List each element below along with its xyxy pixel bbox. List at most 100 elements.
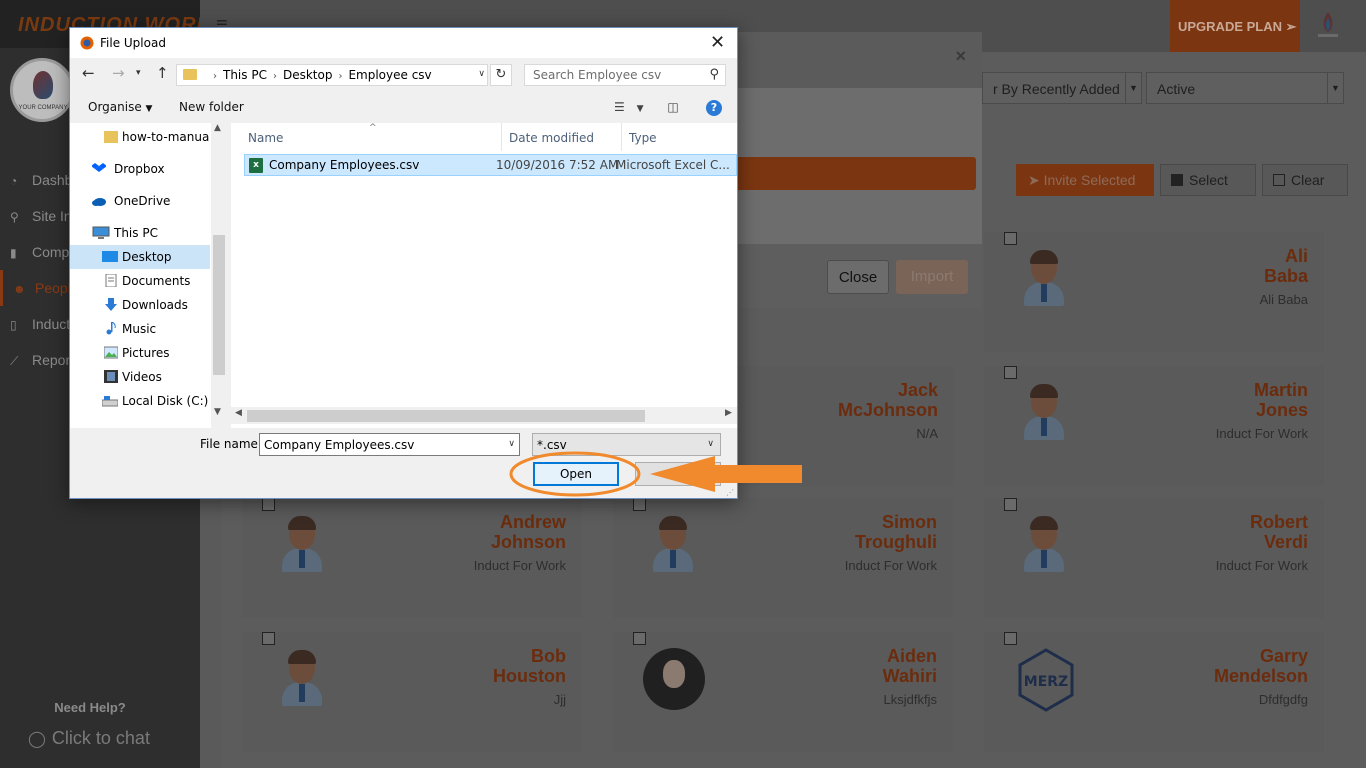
up-arrow-icon[interactable]: ↑: [156, 64, 169, 82]
column-date-modified[interactable]: Date modified: [509, 131, 594, 145]
dashboard-icon: ◔: [10, 174, 18, 188]
chevron-down-icon: ▼: [145, 104, 153, 114]
breadcrumb-this-pc[interactable]: This PC: [223, 68, 267, 82]
close-button[interactable]: Close: [827, 260, 889, 294]
upgrade-plan-button[interactable]: UPGRADE PLAN ➢: [1170, 0, 1300, 52]
person-card[interactable]: Simon Troughuli Induct For Work: [613, 498, 953, 618]
person-name: Andrew Johnson: [491, 512, 566, 552]
person-checkbox[interactable]: [262, 632, 275, 645]
person-company: Induct For Work: [1215, 426, 1308, 441]
person-name: Ali Baba: [1263, 246, 1308, 286]
scrollbar-thumb[interactable]: [213, 235, 225, 375]
person-checkbox[interactable]: [1004, 632, 1017, 645]
column-name[interactable]: Name: [248, 131, 283, 145]
chevron-down-icon[interactable]: ∨: [478, 69, 485, 79]
clear-button[interactable]: Clear: [1262, 164, 1348, 196]
nav-dropbox[interactable]: Dropbox: [70, 157, 210, 181]
person-card[interactable]: Robert Verdi Induct For Work: [984, 498, 1324, 618]
file-date: 10/09/2016 7:52 AM: [496, 158, 619, 172]
column-type[interactable]: Type: [629, 131, 657, 145]
nav-pictures[interactable]: Pictures: [70, 341, 210, 365]
company-logo-small: [1318, 12, 1338, 37]
scroll-up-icon[interactable]: ▲: [214, 123, 221, 133]
person-name: Aiden Wahiri: [882, 646, 937, 686]
nav-desktop[interactable]: Desktop: [70, 245, 210, 269]
nav-documents[interactable]: Documents: [70, 269, 210, 293]
nav-music[interactable]: Music: [70, 317, 210, 341]
address-bar[interactable]: › This PC › Desktop › Employee csv ∨: [176, 64, 488, 86]
file-name-input[interactable]: Company Employees.csv ∨: [259, 433, 520, 456]
status-select[interactable]: Active ▼: [1146, 72, 1344, 104]
person-checkbox[interactable]: [1004, 366, 1017, 379]
help-icon[interactable]: ?: [706, 100, 722, 116]
checkbox-empty-icon: [1273, 174, 1285, 186]
close-icon[interactable]: ✕: [710, 32, 725, 53]
file-row-company-employees[interactable]: x Company Employees.csv 10/09/2016 7:52 …: [244, 154, 737, 176]
nav-this-pc[interactable]: This PC: [70, 221, 210, 245]
person-company: Induct For Work: [1215, 558, 1308, 573]
search-input[interactable]: Search Employee csv ⚲: [524, 64, 726, 86]
scroll-left-icon[interactable]: ◀: [235, 408, 242, 418]
need-help-label: Need Help?: [54, 700, 126, 715]
person-card[interactable]: Martin Jones Induct For Work: [984, 366, 1324, 486]
paper-plane-icon: ➤: [1028, 172, 1044, 188]
scroll-right-icon[interactable]: ▶: [725, 408, 732, 418]
person-company: Jjj: [553, 692, 566, 707]
firefox-icon: [80, 36, 94, 50]
person-company: Induct For Work: [473, 558, 566, 573]
nav-folder-how-to-manuall[interactable]: how-to-manuall: [70, 125, 210, 149]
person-company: Lksjdfkfjs: [883, 692, 937, 707]
invite-selected-button[interactable]: ➤ Invite Selected: [1016, 164, 1154, 196]
person-card[interactable]: Aiden Wahiri Lksjdfkfjs: [613, 632, 953, 752]
organise-menu[interactable]: Organise ▼: [88, 100, 152, 114]
location-pin-icon: ⚲: [10, 210, 19, 224]
person-card[interactable]: Bob Houston Jjj: [242, 632, 582, 752]
sort-select[interactable]: r By Recently Added ▼: [982, 72, 1142, 104]
navigation-pane: how-to-manuall Dropbox OneDrive This PC …: [70, 123, 227, 428]
nav-scrollbar[interactable]: ▲ ▼: [211, 123, 227, 428]
refresh-icon[interactable]: ↻: [490, 64, 512, 86]
breadcrumb-employee-csv[interactable]: Employee csv: [348, 68, 431, 82]
person-company: Ali Baba: [1259, 292, 1308, 307]
person-card[interactable]: Ali Baba Ali Baba: [984, 232, 1324, 352]
chat-bubble-icon: ◯: [28, 731, 46, 748]
new-folder-button[interactable]: New folder: [179, 100, 244, 114]
forward-arrow-icon[interactable]: →: [112, 64, 125, 82]
merz-logo: MERZ: [1018, 648, 1074, 712]
scroll-down-icon[interactable]: ▼: [214, 407, 221, 417]
dialog-title: File Upload: [100, 36, 166, 50]
person-checkbox[interactable]: [633, 632, 646, 645]
import-button[interactable]: Import: [896, 260, 968, 294]
recent-locations-icon[interactable]: ▾: [136, 68, 141, 78]
nav-videos[interactable]: Videos: [70, 365, 210, 389]
nav-onedrive[interactable]: OneDrive: [70, 189, 210, 213]
person-name: Jack McJohnson: [837, 380, 938, 420]
person-name: Martin Jones: [1254, 380, 1308, 420]
preview-pane-icon[interactable]: ◫: [667, 100, 678, 114]
scrollbar-thumb[interactable]: [247, 410, 645, 422]
select-button[interactable]: Select: [1160, 164, 1256, 196]
person-checkbox[interactable]: [1004, 498, 1017, 511]
chevron-down-icon: ▼: [1125, 73, 1141, 103]
male-avatar-icon: [1018, 516, 1070, 576]
svg-text:MERZ: MERZ: [1024, 674, 1068, 690]
company-logo: YOUR COMPANY: [10, 58, 74, 122]
breadcrumb-desktop[interactable]: Desktop: [283, 68, 333, 82]
people-icon: ☻: [13, 282, 26, 296]
person-name: Bob Houston: [493, 646, 566, 686]
close-icon[interactable]: ×: [955, 46, 966, 67]
nav-downloads[interactable]: Downloads: [70, 293, 210, 317]
flame-logo-icon: [33, 71, 53, 99]
modal-header: [738, 32, 982, 88]
chat-link[interactable]: ◯ Click to chat: [28, 728, 150, 749]
person-card[interactable]: Andrew Johnson Induct For Work: [242, 498, 582, 618]
pictures-icon: [104, 346, 118, 359]
person-checkbox[interactable]: [1004, 232, 1017, 245]
horizontal-scrollbar[interactable]: ◀ ▶: [231, 407, 737, 424]
person-checkbox[interactable]: [262, 498, 275, 511]
view-options[interactable]: ☰ ▼ ◫: [614, 100, 679, 114]
checkbox-checked-icon: [1171, 174, 1183, 186]
person-card[interactable]: MERZ Garry Mendelson Dfdfgdfg: [984, 632, 1324, 752]
back-arrow-icon[interactable]: ←: [82, 64, 95, 82]
nav-local-disk[interactable]: Local Disk (C:): [70, 389, 210, 413]
